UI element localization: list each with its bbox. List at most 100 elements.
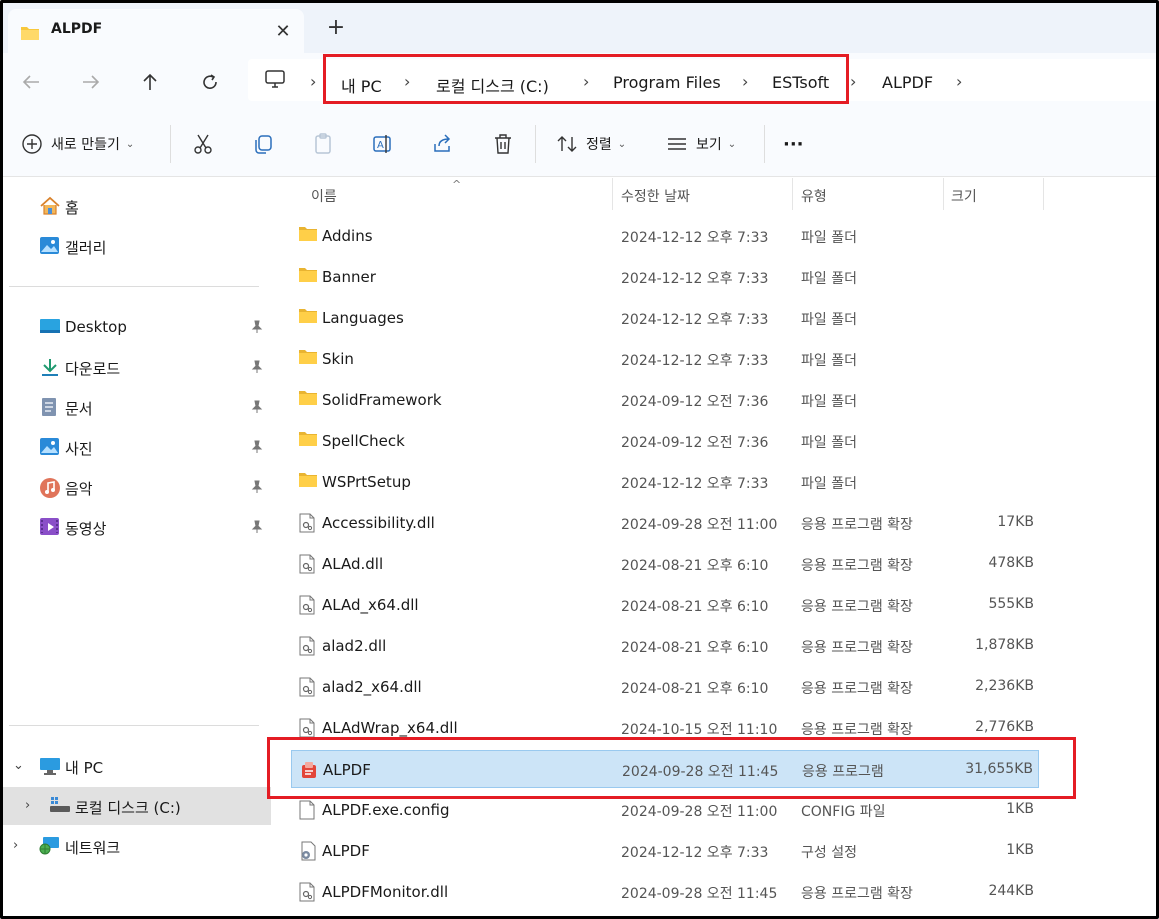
sidebar-item-pictures[interactable]: 사진 <box>3 428 271 466</box>
file-row[interactable]: ALPDF 2024-12-12 오후 7:33 구성 설정 1KB <box>291 832 1039 870</box>
selected-file-highlight-box <box>267 737 1076 799</box>
paste-button[interactable] <box>311 129 335 159</box>
sidebar-item-desktop[interactable]: Desktop <box>3 308 271 346</box>
chevron-down-icon: ⌄ <box>617 138 627 150</box>
chevron-down-icon: ⌄ <box>727 138 737 150</box>
file-row[interactable]: ALAd_x64.dll 2024-08-21 오후 6:10 응용 프로그램 확장… <box>291 586 1039 624</box>
sidebar-item-videos[interactable]: 동영상 <box>3 508 271 546</box>
pin-icon[interactable] <box>251 320 263 338</box>
file-type: 파일 폴더 <box>801 394 857 410</box>
file-row[interactable]: Skin 2024-12-12 오후 7:33 파일 폴더 <box>291 340 1039 378</box>
file-date-modified: 2024-09-12 오전 7:36 <box>621 435 769 451</box>
view-button[interactable]: 보기 ⌄ <box>666 129 736 159</box>
refresh-button[interactable] <box>195 67 225 97</box>
sidebar-item-gallery[interactable]: 갤러리 <box>3 227 271 265</box>
file-name: ALAd_x64.dll <box>322 596 419 614</box>
pin-icon[interactable] <box>251 440 263 458</box>
file-date-modified: 2024-12-12 오후 7:33 <box>621 230 769 246</box>
file-size: 244KB <box>988 883 1034 899</box>
pin-icon[interactable] <box>251 520 263 538</box>
forward-button[interactable] <box>76 67 106 97</box>
sort-button[interactable]: 정렬 ⌄ <box>556 129 626 159</box>
file-row[interactable]: WSPrtSetup 2024-12-12 오후 7:33 파일 폴더 <box>291 463 1039 501</box>
file-row[interactable]: SolidFramework 2024-09-12 오전 7:36 파일 폴더 <box>291 381 1039 419</box>
up-button[interactable] <box>135 67 165 97</box>
refresh-icon <box>203 74 217 89</box>
file-row[interactable]: Addins 2024-12-12 오후 7:33 파일 폴더 <box>291 217 1039 255</box>
file-row[interactable]: Accessibility.dll 2024-09-28 오전 11:00 응용 프… <box>291 504 1039 542</box>
chevron-right-icon[interactable]: › <box>25 798 30 813</box>
dll-file-icon <box>298 513 316 537</box>
column-header-name[interactable]: 이름 <box>311 186 337 206</box>
sidebar-item-network[interactable]: › 네트워크 <box>3 827 271 865</box>
copy-button[interactable] <box>251 129 275 159</box>
rename-icon: A <box>373 135 391 153</box>
sidebar-item-music[interactable]: 음악 <box>3 468 271 506</box>
pin-icon[interactable] <box>251 400 263 418</box>
file-type: 구성 설정 <box>801 845 857 861</box>
dll-file-icon <box>298 677 316 701</box>
file-size: 1,878KB <box>975 637 1034 653</box>
breadcrumb-separator[interactable]: › <box>850 72 856 91</box>
sort-indicator: ^ <box>452 178 462 191</box>
close-tab-icon[interactable]: ✕ <box>270 19 296 45</box>
more-options-button[interactable]: ··· <box>783 129 804 159</box>
pin-icon[interactable] <box>251 360 263 378</box>
file-type: 파일 폴더 <box>801 271 857 287</box>
file-row[interactable]: ALAd.dll 2024-08-21 오후 6:10 응용 프로그램 확장 478K… <box>291 545 1039 583</box>
file-row[interactable]: alad2.dll 2024-08-21 오후 6:10 응용 프로그램 확장 1,8… <box>291 627 1039 665</box>
file-size: 555KB <box>988 596 1034 612</box>
network-icon <box>39 836 61 860</box>
folder-icon <box>298 431 318 451</box>
tab-alpdf[interactable]: ALPDF ✕ <box>8 9 304 53</box>
share-button[interactable] <box>431 129 455 159</box>
copy-icon <box>255 135 272 154</box>
sidebar-item-downloads[interactable]: 다운로드 <box>3 348 271 386</box>
cut-button[interactable] <box>191 129 215 159</box>
file-date-modified: 2024-08-21 오후 6:10 <box>621 599 769 615</box>
dll-file-icon <box>298 882 316 906</box>
folder-icon <box>298 308 318 328</box>
file-name: Accessibility.dll <box>322 514 435 532</box>
folder-icon <box>298 390 318 410</box>
delete-button[interactable] <box>491 129 515 159</box>
sidebar-item-documents[interactable]: 문서 <box>3 388 271 426</box>
column-separator[interactable] <box>943 178 944 210</box>
file-type: 응용 프로그램 확장 <box>801 640 913 656</box>
file-type: 응용 프로그램 확장 <box>801 722 913 738</box>
column-separator[interactable] <box>612 178 613 210</box>
file-row[interactable]: Languages 2024-12-12 오후 7:33 파일 폴더 <box>291 299 1039 337</box>
file-row[interactable]: ALPDFMonitor.dll 2024-09-28 오전 11:45 응용 프로… <box>291 873 1039 911</box>
file-name: ALAd.dll <box>322 555 384 573</box>
file-date-modified: 2024-08-21 오후 6:10 <box>621 558 769 574</box>
file-name: Skin <box>322 350 354 368</box>
file-date-modified: 2024-12-12 오후 7:33 <box>621 845 769 861</box>
dll-file-icon <box>298 595 316 619</box>
chevron-down-icon[interactable]: ⌄ <box>13 758 24 773</box>
back-button[interactable] <box>16 67 46 97</box>
file-row[interactable]: Banner 2024-12-12 오후 7:33 파일 폴더 <box>291 258 1039 296</box>
pc-monitor-icon <box>264 69 286 93</box>
column-header-date[interactable]: 수정한 날짜 <box>621 186 690 206</box>
file-row[interactable]: alad2_x64.dll 2024-08-21 오후 6:10 응용 프로그램 확… <box>291 668 1039 706</box>
breadcrumb-separator[interactable]: › <box>956 72 962 91</box>
sidebar-item-home[interactable]: 홈 <box>3 187 271 225</box>
sidebar-item-this-pc[interactable]: ⌄ 내 PC <box>3 747 271 785</box>
pc-icon <box>39 756 61 780</box>
chevron-right-icon[interactable]: › <box>13 838 18 853</box>
column-separator[interactable] <box>1043 178 1044 210</box>
pin-icon[interactable] <box>251 480 263 498</box>
sidebar-item-local-disk[interactable]: › 로컬 디스크 (C:) <box>3 787 271 825</box>
file-row[interactable]: SpellCheck 2024-09-12 오전 7:36 파일 폴더 <box>291 422 1039 460</box>
column-header-type[interactable]: 유형 <box>801 186 827 206</box>
forward-arrow-icon <box>83 75 100 89</box>
column-header-size[interactable]: 크기 <box>951 186 977 206</box>
folder-icon <box>298 226 318 246</box>
new-label: 새로 만들기 <box>51 137 120 153</box>
add-circle-icon <box>22 134 42 154</box>
rename-button[interactable]: A <box>371 129 395 159</box>
breadcrumb-alpdf[interactable]: ALPDF <box>882 73 933 92</box>
column-separator[interactable] <box>792 178 793 210</box>
new-tab-button[interactable]: + <box>323 15 349 41</box>
new-button[interactable]: 새로 만들기 ⌄ <box>21 129 134 159</box>
